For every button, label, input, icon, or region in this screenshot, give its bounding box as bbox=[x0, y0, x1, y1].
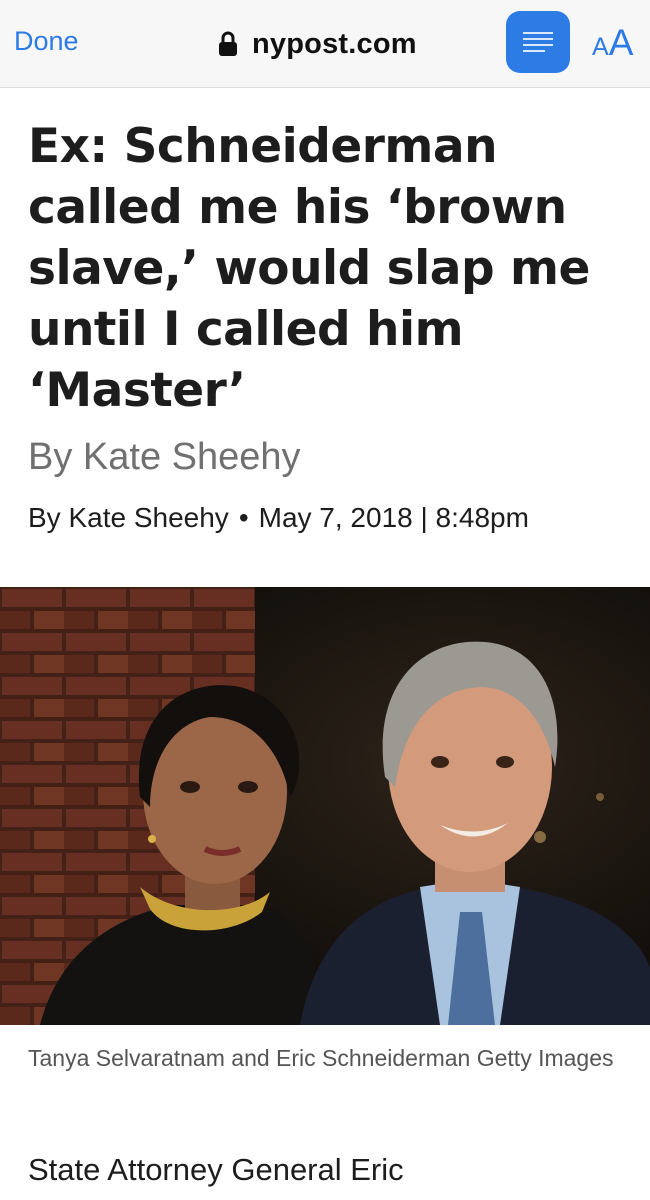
browser-toolbar: Done nypost.com AA bbox=[0, 0, 650, 88]
done-button[interactable]: Done bbox=[14, 26, 79, 57]
reader-view-icon bbox=[523, 32, 553, 52]
text-size-large-a: A bbox=[608, 22, 634, 63]
lock-icon bbox=[219, 31, 237, 56]
text-size-button[interactable]: AA bbox=[592, 22, 633, 66]
page-domain: nypost.com bbox=[252, 27, 417, 60]
byline: By Kate Sheehy bbox=[28, 436, 301, 478]
article-meta: By Kate Sheehy • May 7, 2018 | 8:48pm bbox=[28, 502, 529, 534]
address-bar[interactable]: nypost.com bbox=[218, 26, 417, 62]
publish-datetime: May 7, 2018 | 8:48pm bbox=[258, 502, 529, 533]
author-link[interactable]: By Kate Sheehy bbox=[28, 502, 229, 533]
photo-caption: Tanya Selvaratnam and Eric Schneiderman … bbox=[28, 1045, 614, 1071]
photo-illustration bbox=[0, 587, 650, 1025]
article-headline: Ex: Schneiderman called me his ‘brown sl… bbox=[28, 119, 590, 418]
text-size-small-a: A bbox=[592, 33, 609, 61]
meta-separator: • bbox=[238, 502, 249, 533]
reader-view-button[interactable] bbox=[506, 11, 570, 73]
article-body-first-line: State Attorney General Eric bbox=[28, 1152, 404, 1187]
article-photo[interactable] bbox=[0, 587, 650, 1025]
